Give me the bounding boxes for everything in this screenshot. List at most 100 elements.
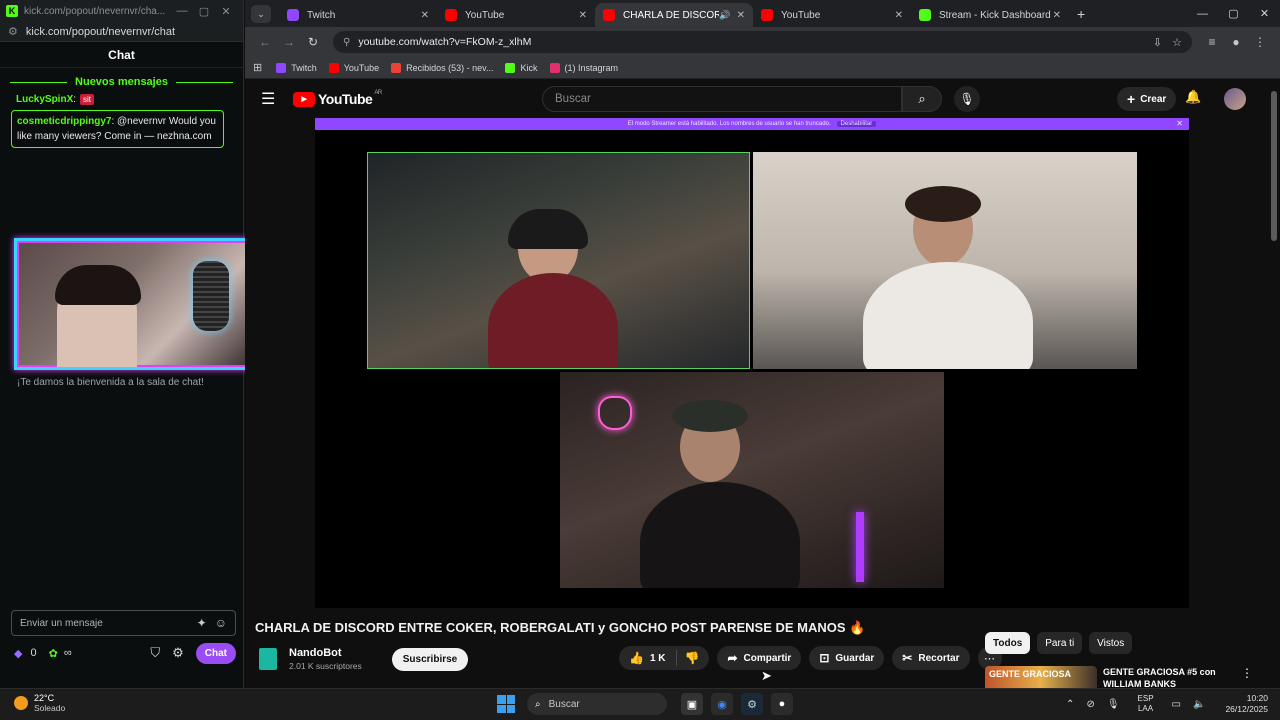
tab-active-video[interactable]: CHARLA DE DISCORD ENTRE 🔊 ✕ (595, 3, 753, 27)
chat-username[interactable]: LuckySpinX (16, 94, 73, 105)
neon-cat-sign-icon (598, 396, 632, 430)
page-scrollbar[interactable] (1268, 81, 1280, 688)
chevron-up-icon[interactable]: ⌃ (1066, 699, 1074, 710)
microphone-icon[interactable]: 🎙 (954, 86, 980, 112)
channel-name[interactable]: NandoBot (289, 647, 362, 659)
tab-youtube-2[interactable]: YouTube ✕ (753, 3, 911, 27)
apps-grid-icon[interactable]: ⊞ (253, 61, 262, 74)
volume-icon[interactable]: 🔈 (1193, 699, 1205, 710)
media-control-icon[interactable]: ≡ (1200, 35, 1224, 49)
dislike-icon[interactable]: 👎 (685, 651, 710, 665)
site-info-icon[interactable]: ⚲ (343, 37, 350, 48)
minimize-icon[interactable]: — (171, 5, 193, 17)
youtube-header: ☰ ▶ YouTube AR Buscar ⌕ 🎙 + Crear 🔔 (245, 81, 1265, 117)
bookmark-instagram[interactable]: (1) Instagram (549, 62, 619, 73)
search-input[interactable]: Buscar (542, 86, 902, 112)
video-player[interactable]: El modo Streamer está habilitado. Los no… (315, 118, 1189, 608)
taskbar-search[interactable]: ⌕ Buscar (527, 693, 667, 715)
notifications-bell-icon[interactable]: 🔔 (1185, 89, 1201, 105)
gear-icon[interactable]: ⚙ (172, 645, 184, 661)
disable-streamer-button[interactable]: Deshabilitar (836, 121, 877, 127)
close-tab-icon[interactable]: ✕ (421, 10, 429, 21)
close-tab-icon[interactable]: ✕ (737, 10, 745, 21)
tab-youtube[interactable]: YouTube ✕ (437, 3, 595, 27)
recommended-thumbnail[interactable]: GENTE GRACIOSA (985, 666, 1097, 688)
forward-icon[interactable]: → (277, 35, 301, 49)
reload-icon[interactable]: ↻ (301, 35, 325, 49)
steam-icon[interactable]: ⚙ (741, 693, 763, 715)
bookmark-star-icon[interactable]: ☆ (1172, 36, 1182, 49)
kick-urlbar[interactable]: ⚙ kick.com/popout/nevernvr/chat (0, 22, 243, 42)
chrome-icon[interactable]: ◉ (711, 693, 733, 715)
camera-off-icon[interactable]: ⊘ (1086, 699, 1094, 710)
shield-icon[interactable]: ⛉ (150, 645, 160, 661)
chip-para-ti[interactable]: Para ti (1037, 632, 1083, 654)
chip-vistos[interactable]: Vistos (1089, 632, 1133, 654)
like-count[interactable]: 1 K (650, 653, 666, 664)
youtube-wordmark: YouTube (318, 91, 373, 107)
site-settings-icon[interactable]: ⚙ (8, 25, 18, 38)
network-icon[interactable]: ▭ (1172, 699, 1181, 710)
instagram-icon (549, 62, 560, 73)
audio-playing-icon[interactable]: 🔊 (719, 10, 730, 21)
bookmark-label: (1) Instagram (564, 62, 619, 73)
clip-button[interactable]: ✂ Recortar (892, 646, 970, 670)
bookmark-kick[interactable]: Kick (505, 62, 538, 73)
close-icon[interactable]: ✕ (1249, 0, 1280, 27)
windows-start-icon[interactable] (497, 695, 515, 713)
maximize-icon[interactable]: ▢ (193, 5, 215, 18)
back-icon[interactable]: ← (253, 35, 277, 49)
bookmark-label: YouTube (343, 62, 380, 73)
profile-icon[interactable]: ● (1224, 35, 1248, 49)
chrome-menu-icon[interactable]: ⋮ (1248, 35, 1272, 49)
close-tab-icon[interactable]: ✕ (579, 10, 587, 21)
search-icon[interactable]: ⌕ (902, 86, 942, 112)
app-icon[interactable]: ● (771, 693, 793, 715)
sparkle-icon[interactable]: ✦ (197, 616, 207, 630)
close-icon[interactable]: ✕ (1176, 119, 1183, 128)
task-view-icon[interactable]: ▣ (681, 693, 703, 715)
bookmark-youtube[interactable]: YouTube (328, 62, 380, 73)
scrollbar-thumb[interactable] (1271, 91, 1277, 241)
bookmark-twitch[interactable]: Twitch (276, 62, 317, 73)
channel-avatar[interactable] (259, 648, 277, 670)
tab-kick-dashboard[interactable]: Stream - Kick Dashboard ✕ (911, 3, 1069, 27)
tab-twitch[interactable]: Twitch ✕ (279, 3, 437, 27)
hamburger-menu-icon[interactable]: ☰ (261, 89, 285, 109)
close-tab-icon[interactable]: ✕ (895, 10, 903, 21)
recommended-title[interactable]: GENTE GRACIOSA #5 con WILLIAM BANKS (1103, 666, 1233, 690)
recommended-video[interactable]: GENTE GRACIOSA GENTE GRACIOSA #5 con WIL… (985, 666, 1253, 690)
chat-input[interactable]: Enviar un mensaje ✦ ☺ (11, 610, 236, 636)
close-tab-icon[interactable]: ✕ (1053, 10, 1061, 21)
like-icon[interactable]: 👍 (629, 651, 644, 665)
close-icon[interactable]: ✕ (215, 5, 237, 18)
create-button[interactable]: + Crear (1117, 87, 1177, 111)
more-options-icon[interactable]: ⋮ (1241, 666, 1253, 690)
new-messages-divider[interactable]: Nuevos mensajes (10, 76, 233, 88)
save-button[interactable]: ⊡ Guardar (809, 646, 885, 670)
chip-todos[interactable]: Todos (985, 632, 1031, 654)
minimize-icon[interactable]: — (1187, 0, 1218, 27)
tab-search-icon[interactable]: ⌄ (251, 5, 271, 23)
subscribe-button[interactable]: Suscribirse (391, 647, 469, 671)
temperature: 22°C (34, 693, 55, 703)
share-button[interactable]: ➦ Compartir (717, 646, 802, 670)
address-url: youtube.com/watch?v=FkOM-z_xlhM (358, 36, 532, 48)
avatar[interactable] (1224, 88, 1246, 110)
youtube-logo[interactable]: ▶ YouTube AR (293, 90, 382, 107)
weather-widget[interactable]: 22°C Soleado (14, 693, 65, 713)
youtube-icon (603, 9, 615, 21)
chat-username[interactable]: cosmeticdrippingy7 (17, 116, 111, 127)
emoji-icon[interactable]: ☺ (215, 616, 227, 630)
language-indicator[interactable]: ESP LAA (1138, 694, 1154, 714)
microphone-icon (193, 261, 229, 331)
new-tab-icon[interactable]: + (1077, 6, 1085, 22)
maximize-icon[interactable]: ▢ (1218, 0, 1249, 27)
region-label: AR (374, 90, 382, 96)
clock[interactable]: 10:20 26/12/2025 (1225, 693, 1268, 715)
address-bar[interactable]: ⚲ youtube.com/watch?v=FkOM-z_xlhM ⇩ ☆ (333, 31, 1192, 53)
install-icon[interactable]: ⇩ (1153, 36, 1162, 49)
bookmark-gmail[interactable]: Recibidos (53) - nev... (391, 62, 493, 73)
chat-send-button[interactable]: Chat (195, 642, 236, 664)
microphone-icon[interactable]: 🎙 (1107, 699, 1120, 710)
